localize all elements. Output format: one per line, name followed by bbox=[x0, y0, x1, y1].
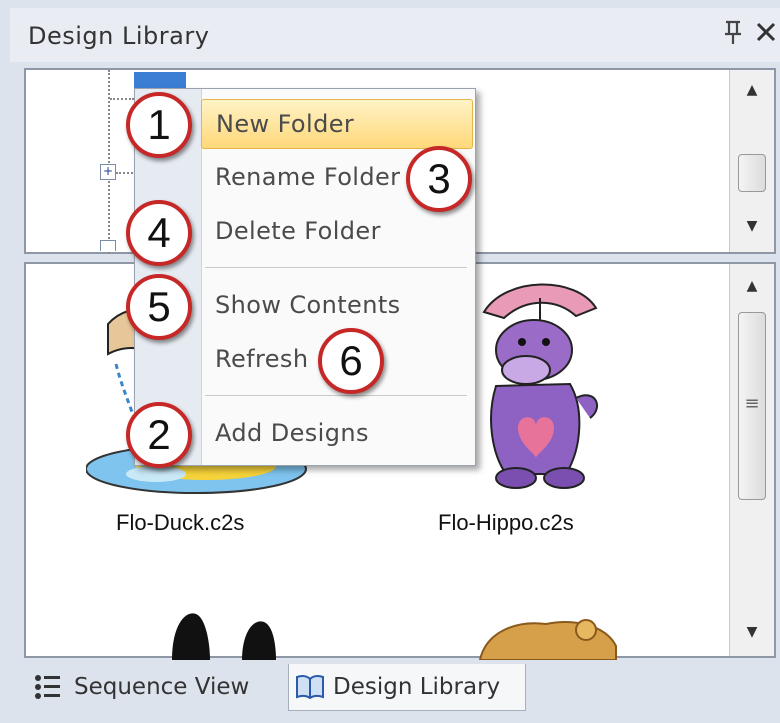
callout-badge-4: 4 bbox=[126, 200, 192, 266]
pin-icon[interactable] bbox=[722, 20, 744, 52]
scroll-up-icon[interactable]: ▲ bbox=[730, 82, 774, 98]
designs-scrollbar[interactable]: ▲ ≡ ▼ bbox=[729, 264, 774, 656]
tab-label: Sequence View bbox=[74, 674, 250, 700]
menu-item-new-folder[interactable]: New Folder bbox=[201, 99, 473, 149]
expand-icon[interactable] bbox=[100, 240, 116, 251]
menu-separator bbox=[205, 267, 467, 268]
expand-icon[interactable]: + bbox=[100, 164, 116, 180]
tab-label: Design Library bbox=[333, 674, 501, 700]
panel-title: Design Library bbox=[28, 22, 210, 50]
menu-item-label: Refresh bbox=[215, 345, 309, 373]
callout-badge-3: 3 bbox=[406, 146, 472, 212]
tab-sequence-view[interactable]: Sequence View bbox=[30, 664, 280, 710]
scroll-thumb[interactable]: ≡ bbox=[738, 312, 766, 500]
callout-badge-6: 6 bbox=[318, 328, 384, 394]
menu-item-label: Show Contents bbox=[215, 291, 401, 319]
tab-design-library[interactable]: Design Library bbox=[288, 664, 526, 711]
callout-badge-5: 5 bbox=[126, 274, 192, 340]
scroll-down-icon[interactable]: ▼ bbox=[730, 624, 774, 640]
menu-separator bbox=[205, 395, 467, 396]
scroll-thumb[interactable] bbox=[738, 154, 766, 192]
scroll-up-icon[interactable]: ▲ bbox=[730, 278, 774, 294]
menu-item-show-contents[interactable]: Show Contents bbox=[201, 281, 471, 329]
design-thumbnail-partial[interactable] bbox=[476, 616, 626, 660]
callout-badge-1: 1 bbox=[126, 92, 192, 158]
design-name[interactable]: Flo-Hippo.c2s bbox=[438, 510, 574, 536]
menu-item-label: Delete Folder bbox=[215, 217, 381, 245]
menu-item-delete-folder[interactable]: Delete Folder bbox=[201, 207, 471, 255]
grip-icon: ≡ bbox=[744, 393, 760, 414]
list-icon bbox=[35, 675, 60, 699]
design-name[interactable]: Flo-Duck.c2s bbox=[116, 510, 244, 536]
panel-tabs: Sequence View Design Library bbox=[24, 664, 780, 714]
scroll-down-icon[interactable]: ▼ bbox=[730, 218, 774, 234]
menu-item-add-designs[interactable]: Add Designs bbox=[201, 409, 471, 457]
panel-titlebar: Design Library bbox=[10, 8, 780, 62]
close-icon[interactable] bbox=[754, 18, 778, 51]
flo-hippo-image[interactable] bbox=[466, 278, 616, 498]
tree-scrollbar[interactable]: ▲ ▼ bbox=[729, 70, 774, 252]
design-library-panel: Design Library + ▲ ▼ Flo-Duck.c2s Flo-Hi… bbox=[0, 0, 780, 723]
design-thumbnail-partial[interactable] bbox=[166, 604, 296, 660]
menu-item-label: New Folder bbox=[216, 110, 355, 138]
book-icon bbox=[296, 674, 324, 699]
menu-item-label: Add Designs bbox=[215, 419, 369, 447]
tree-line bbox=[110, 98, 134, 100]
callout-badge-2: 2 bbox=[126, 402, 192, 468]
menu-item-label: Rename Folder bbox=[215, 163, 401, 191]
